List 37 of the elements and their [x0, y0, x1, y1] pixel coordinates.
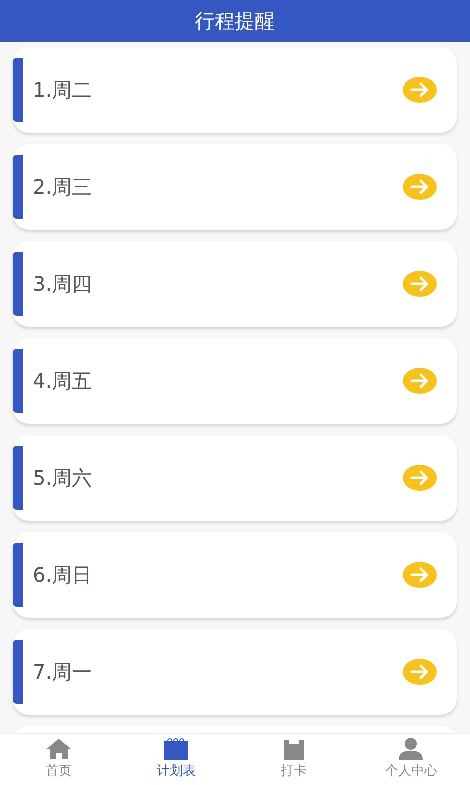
accent-bar	[13, 252, 23, 316]
tab-button[interactable]: 个人中心	[352, 734, 470, 785]
day-card[interactable]: 2.周三	[13, 144, 457, 230]
day-label: 6.周日	[33, 562, 94, 589]
tab-button[interactable]: 打卡	[235, 734, 352, 785]
accent-bar	[13, 349, 23, 413]
day-card[interactable]: 6.周日	[13, 532, 457, 618]
page-title: 行程提醒	[195, 8, 275, 35]
arrow-right-icon[interactable]	[403, 368, 437, 394]
arrow-right-icon[interactable]	[403, 562, 437, 588]
tab-button[interactable]: 计划表	[118, 734, 235, 785]
day-label: 4.周五	[33, 368, 94, 395]
day-label: 3.周四	[33, 271, 94, 298]
arrow-right-icon[interactable]	[403, 77, 437, 103]
day-card[interactable]: 4.周五	[13, 338, 457, 424]
day-card[interactable]: 1.周二	[13, 47, 457, 133]
accent-bar	[13, 640, 23, 704]
person-icon	[399, 738, 424, 760]
accent-bar	[13, 446, 23, 510]
accent-bar	[13, 543, 23, 607]
day-label: 1.周二	[33, 77, 94, 104]
day-label: 5.周六	[33, 465, 94, 492]
accent-bar	[13, 58, 23, 122]
accent-bar	[13, 155, 23, 219]
arrow-right-icon[interactable]	[403, 465, 437, 491]
day-card[interactable]: 7.周一	[13, 629, 457, 715]
calendar-icon	[164, 738, 188, 760]
day-label: 7.周一	[33, 659, 94, 686]
day-label: 2.周三	[33, 174, 94, 201]
tab-button[interactable]: 首页	[0, 734, 118, 785]
arrow-right-icon[interactable]	[403, 271, 437, 297]
day-card[interactable]: 3.周四	[13, 241, 457, 327]
day-card[interactable]: 5.周六	[13, 435, 457, 521]
clipboard-icon	[282, 738, 306, 760]
home-icon	[46, 738, 72, 760]
arrow-right-icon[interactable]	[403, 174, 437, 200]
arrow-right-icon[interactable]	[403, 659, 437, 685]
